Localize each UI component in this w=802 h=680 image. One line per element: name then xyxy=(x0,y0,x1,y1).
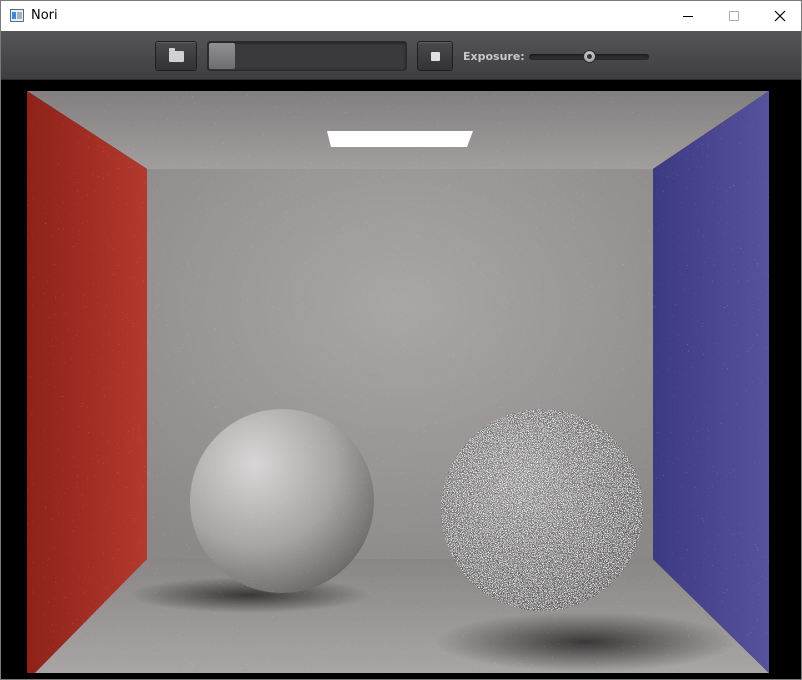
exposure-label: Exposure: xyxy=(463,50,525,63)
stop-icon xyxy=(430,51,440,61)
window-title: Nori xyxy=(31,8,58,23)
open-file-button[interactable] xyxy=(155,41,197,71)
toolbar xyxy=(1,31,801,80)
maximize-button[interactable] xyxy=(711,1,757,31)
title-bar[interactable]: Nori xyxy=(1,1,801,31)
exposure-slider-knob[interactable] xyxy=(583,50,596,63)
close-button[interactable] xyxy=(757,1,802,31)
render-noise xyxy=(1,81,801,679)
progress-fill xyxy=(209,43,235,69)
minimize-icon xyxy=(683,15,693,17)
app-icon xyxy=(10,9,24,22)
maximize-icon xyxy=(729,11,739,21)
render-viewport xyxy=(1,81,801,679)
minimize-button[interactable] xyxy=(665,1,711,31)
rendered-image xyxy=(1,81,801,679)
close-icon xyxy=(774,10,786,22)
folder-icon xyxy=(168,47,184,62)
app-window: Nori Exposure: xyxy=(0,0,802,680)
stop-button[interactable] xyxy=(417,41,453,71)
render-progress-bar xyxy=(207,41,407,71)
